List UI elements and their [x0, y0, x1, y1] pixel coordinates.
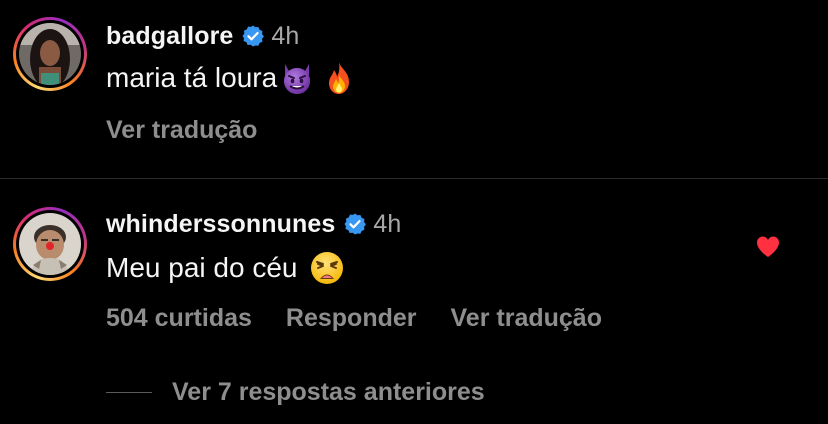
comment-body: maria tá loura — [106, 58, 357, 98]
like-heart-icon[interactable] — [755, 234, 781, 260]
comment-actions: 504 curtidas Responder Ver tradução — [106, 303, 636, 333]
timestamp: 4h — [373, 209, 402, 238]
comment-item-badgallore: badgallore 4h maria tá loura Ver traduçã… — [0, 0, 828, 178]
comment-text: maria tá loura — [106, 62, 278, 93]
comment-body: Meu pai do céu — [106, 248, 345, 288]
smiling-imp-emoji-icon — [284, 64, 311, 94]
likes-count-link[interactable]: 504 curtidas — [106, 304, 252, 333]
timestamp: 4h — [271, 21, 300, 50]
weary-face-emoji-icon — [311, 252, 344, 284]
view-replies-label: Ver 7 respostas anteriores — [172, 377, 485, 406]
comment-actions: Ver tradução — [106, 115, 291, 145]
avatar[interactable] — [13, 17, 87, 91]
verified-badge-icon — [344, 213, 367, 235]
fire-emoji-icon — [329, 62, 350, 94]
view-replies-button[interactable]: Ver 7 respostas anteriores — [106, 376, 485, 408]
translate-link[interactable]: Ver tradução — [106, 116, 257, 145]
verified-badge-icon — [242, 25, 265, 47]
username[interactable]: badgallore — [106, 22, 233, 51]
comment-header: whinderssonnunes 4h — [106, 209, 401, 239]
profile-photo — [19, 213, 81, 275]
username[interactable]: whinderssonnunes — [106, 210, 335, 239]
avatar[interactable] — [13, 207, 87, 281]
replies-divider-line — [106, 391, 152, 393]
comment-header: badgallore 4h — [106, 21, 299, 51]
translate-link[interactable]: Ver tradução — [451, 304, 602, 333]
reply-button[interactable]: Responder — [286, 304, 417, 333]
profile-photo — [19, 23, 81, 85]
comment-text: Meu pai do céu — [106, 252, 298, 283]
